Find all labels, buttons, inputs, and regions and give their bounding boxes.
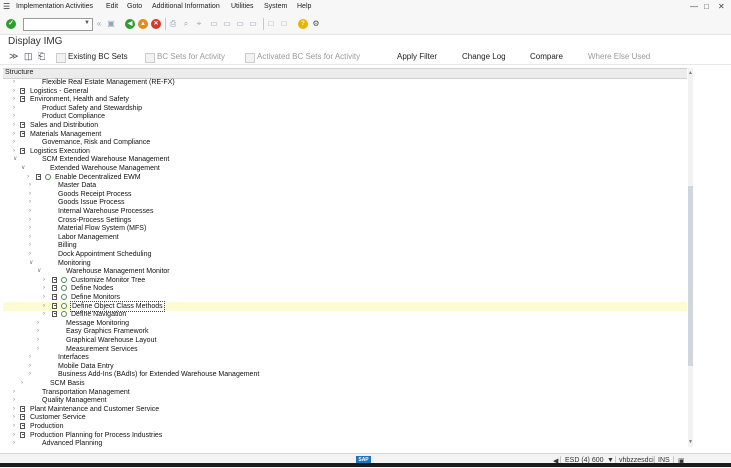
command-field[interactable]: ▼	[23, 18, 93, 31]
apply-filter-button[interactable]: Apply Filter	[397, 52, 437, 61]
documentation-icon[interactable]	[20, 405, 25, 412]
execute-activity-icon[interactable]	[61, 302, 67, 309]
documentation-icon[interactable]	[52, 311, 57, 318]
execute-activity-icon[interactable]	[45, 173, 51, 180]
activated-bc-sets-button[interactable]: Activated BC Sets for Activity	[257, 52, 360, 61]
bc-sets-for-activity-button[interactable]: BC Sets for Activity	[157, 52, 225, 61]
minimize-icon[interactable]: —	[690, 2, 698, 11]
scrollbar-thumb[interactable]	[688, 186, 693, 366]
system-toolbar: ✓ ▼ « ▣ ◀ ▲ ✕ ⎙ ⌕ ⌖ ▭ ▭ ▭ ▭ □ □ ? ⚙	[0, 14, 731, 35]
compare-button[interactable]: Compare	[530, 52, 563, 61]
exit-icon[interactable]: ▲	[138, 19, 148, 29]
help-icon[interactable]: ?	[298, 19, 308, 29]
tree-node-label[interactable]: Advanced Planning	[42, 439, 102, 447]
documentation-icon[interactable]	[20, 431, 25, 438]
bc-set-toggle-icon[interactable]	[56, 53, 66, 63]
create-shortcut-icon[interactable]: □	[279, 18, 289, 29]
documentation-icon[interactable]	[20, 147, 25, 154]
change-log-button[interactable]: Change Log	[462, 52, 506, 61]
toolbar-divider	[165, 18, 166, 30]
previous-page-icon[interactable]: ▭	[222, 18, 232, 29]
documentation-icon[interactable]	[20, 122, 25, 128]
menu-utilities[interactable]: Utilities	[231, 3, 254, 10]
toolbar-divider	[263, 18, 264, 30]
find-icon[interactable]: ⌕	[181, 18, 191, 29]
menu-additional-information[interactable]: Additional Information	[152, 3, 220, 10]
documentation-icon[interactable]	[20, 87, 25, 94]
execute-activity-icon[interactable]	[61, 311, 67, 318]
vertical-scrollbar[interactable]: ▲ ▼	[688, 68, 693, 447]
create-session-icon[interactable]: □	[266, 18, 276, 29]
tree-node[interactable]: › Advanced Planning	[3, 439, 687, 447]
existing-bc-sets-button[interactable]: Existing BC Sets	[68, 52, 128, 61]
first-page-icon[interactable]: ▭	[209, 18, 219, 29]
activated-bc-sets-icon	[245, 53, 255, 63]
last-page-icon[interactable]: ▭	[248, 18, 258, 29]
documentation-icon[interactable]	[52, 285, 57, 292]
menu-edit[interactable]: Edit	[106, 3, 118, 10]
customize-layout-icon[interactable]: ⚙	[311, 18, 321, 29]
find-next-icon[interactable]: ⌖	[194, 18, 204, 29]
chevron-right-icon[interactable]: ›	[13, 439, 15, 447]
cancel-icon[interactable]: ✕	[151, 19, 161, 29]
page-title: Display IMG	[8, 36, 63, 47]
documentation-icon[interactable]	[20, 414, 25, 421]
menu-goto[interactable]: Goto	[127, 3, 142, 10]
maximize-icon[interactable]: □	[704, 2, 709, 11]
documentation-icon[interactable]	[52, 302, 57, 309]
title-bar: Display IMG	[0, 35, 731, 49]
menu-implementation-activities[interactable]: Implementation Activities	[16, 3, 93, 10]
scroll-up-icon[interactable]: ▲	[688, 70, 693, 76]
documentation-icon[interactable]	[52, 294, 57, 300]
documentation-icon[interactable]	[36, 173, 41, 180]
execute-activity-icon[interactable]	[61, 294, 67, 300]
print-icon[interactable]: ⎙	[168, 18, 178, 29]
find-text-icon[interactable]: ◫	[24, 51, 33, 62]
scroll-down-icon[interactable]: ▼	[688, 439, 693, 445]
execute-activity-icon[interactable]	[61, 276, 67, 283]
command-history-chevron-icon[interactable]: ▼	[84, 20, 90, 26]
double-left-icon[interactable]: «	[94, 18, 104, 29]
menu-bar: ☰ Implementation Activities Edit Goto Ad…	[0, 0, 731, 15]
documentation-icon[interactable]	[52, 276, 57, 283]
documentation-icon[interactable]	[20, 423, 25, 429]
back-icon[interactable]: ◀	[125, 19, 135, 29]
documentation-icon[interactable]	[20, 130, 25, 137]
expand-subtree-icon[interactable]: ≫	[9, 51, 18, 62]
where-else-used-button[interactable]: Where Else Used	[588, 52, 650, 61]
application-toolbar: ≫ ◫ ⎗ Existing BC Sets BC Sets for Activ…	[0, 49, 731, 65]
execute-activity-icon[interactable]	[61, 285, 67, 292]
enter-check-icon[interactable]: ✓	[6, 19, 16, 29]
print-structure-icon[interactable]: ⎗	[38, 51, 45, 62]
sap-menu-icon[interactable]: ☰	[3, 2, 11, 11]
save-icon[interactable]: ▣	[106, 18, 116, 29]
menu-system[interactable]: System	[264, 3, 287, 10]
bc-sets-activity-icon	[145, 53, 155, 63]
structure-header-label: Structure	[5, 69, 34, 76]
close-window-icon[interactable]: ✕	[718, 2, 725, 11]
documentation-icon[interactable]	[20, 96, 25, 103]
menu-help[interactable]: Help	[297, 3, 311, 10]
next-page-icon[interactable]: ▭	[235, 18, 245, 29]
taskbar-strip	[0, 463, 731, 467]
img-structure-tree: › Flexible Real Estate Management (RE-FX)…	[3, 78, 687, 447]
